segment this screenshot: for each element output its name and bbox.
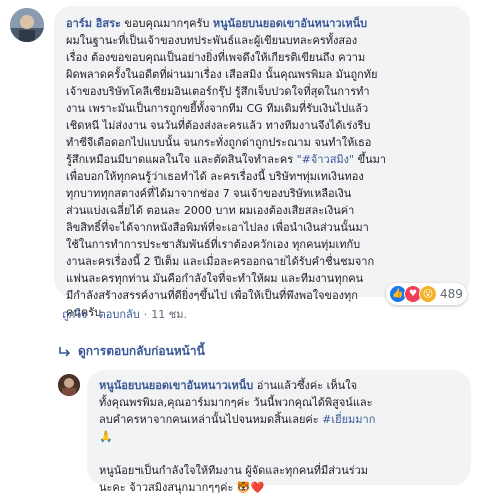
reply-line-text: อ่านแล้วซึ้งค่ะ เห็นใจ [253, 379, 358, 392]
comment-line-text: งานละครเรื่องนี้ 2 ปีเต็ม และเมื่อละครออ… [66, 255, 375, 268]
reply-line: หนูน้อยบนยอดเขาอันหนาวเหน็บ อ่านแล้วซึ้ง… [99, 377, 459, 394]
comment-author[interactable]: อาร์ม อิสระ [66, 17, 121, 30]
comment-line: อาร์ม อิสระ ขอบคุณมากๆครับ หนูน้อยบนยอดเ… [66, 15, 458, 32]
reply-line: ลบคำครหาจากคนเหล่านั้นไปจนหมดสิ้นเลยค่ะ … [99, 411, 459, 428]
comment-line-text: ทำซีจีเดือดอกไปแบบนั้น จนกระทั่งถูกด่าถู… [66, 136, 372, 149]
comment-line: รู้สึกเหมือนมีบาดแผลในใจ และตัดสินใจทำละ… [66, 151, 458, 168]
comment-bubble-page: หนูน้อยบนยอดเขาอันหนาวเหน็บ อ่านแล้วซึ้ง… [87, 370, 471, 494]
comment-line-text: เพื่อบอกให้ทุกคนรู้ว่าเธอทำได้ ละครเรื่อ… [66, 170, 364, 183]
hashtag-link[interactable]: #เยี่ยมมาก [322, 413, 375, 426]
comment-line-text: ผมในฐานะที่เป็นเจ้าของบทประพันธ์และผู้เข… [66, 34, 358, 47]
reply-line-text: ทั้งคุณพรพิมล,คุณอาร์มมากๆค่ะ วันนี้พวกค… [99, 396, 373, 409]
comment-line: ส่วนแบ่งเฉลี่ยได้ ตอนละ 2000 บาท ผมเองต้… [66, 202, 458, 219]
reply-line: หนูน้อยฯเป็นกำลังใจให้ทีมงาน ผู้จัดและทุ… [99, 462, 459, 479]
comment-line: ใช้ในการทำการประชาสัมพันธ์ที่เราต้องควัก… [66, 236, 458, 253]
comment-time: 11 ชม. [151, 308, 187, 321]
hashtag-link[interactable]: "#จ้าวสมิง" [297, 153, 354, 166]
comment-line: งาน เพราะมันเป็นการถูกขยี้ทั้งจากทีม CG … [66, 100, 458, 117]
view-previous-replies-link[interactable]: ดูการตอบกลับก่อนหน้านี้ [58, 342, 205, 361]
avatar-page[interactable] [58, 374, 80, 396]
reply-arrow-icon [59, 346, 71, 357]
comment-line-text: เชิดหนี ไม่ส่งงาน จนวันที่ต้องส่งละครแล้… [66, 119, 371, 132]
reply-line-text: หนูน้อยฯเป็นกำลังใจให้ทีมงาน ผู้จัดและทุ… [99, 464, 369, 477]
comment-line: งานละครเรื่องนี้ 2 ปีเต็ม และเมื่อละครออ… [66, 253, 458, 270]
comment-line: เชิดหนี ไม่ส่งงาน จนวันที่ต้องส่งละครแล้… [66, 117, 458, 134]
comment-bubble-arm: อาร์ม อิสระ ขอบคุณมากๆครับ หนูน้อยบนยอดเ… [54, 6, 470, 319]
comment-line: เรื่อง ต้องขอขอบคุณเป็นอย่างยิ่งที่เพจดึ… [66, 49, 458, 66]
reply-line-text: ลบคำครหาจากคนเหล่านั้นไปจนหมดสิ้นเลยค่ะ [99, 413, 323, 426]
comment-line-text: เจ้าของบริษัทโคลีเซียมอินเตอร์กรุ๊ป รู้ส… [66, 85, 370, 98]
comment-line: ผมในฐานะที่เป็นเจ้าของบทประพันธ์และผู้เข… [66, 32, 458, 49]
reply-line-text [99, 447, 103, 460]
reaction-summary[interactable]: 👍 ♥ 😮 489 [386, 283, 467, 305]
reply-line [99, 445, 459, 462]
comment-line-text: งาน เพราะมันเป็นการถูกขยี้ทั้งจากทีม CG … [66, 102, 369, 115]
comment-line: เจ้าของบริษัทโคลีเซียมอินเตอร์กรุ๊ป รู้ส… [66, 83, 458, 100]
comment-line: เพื่อบอกให้ทุกคนรู้ว่าเธอทำได้ ละครเรื่อ… [66, 168, 458, 185]
comment-line-text: ส่วนแบ่งเฉลี่ยได้ ตอนละ 2000 บาท ผมเองต้… [66, 204, 355, 217]
avatar-arm[interactable] [10, 8, 44, 42]
comment-line-text: เรื่อง ต้องขอขอบคุณเป็นอย่างยิ่งที่เพจดึ… [66, 51, 366, 64]
reply-line: นะคะ จ้าวสมิงสนุกมากๆๆค่ะ 🐯❤️ [99, 479, 459, 496]
reply-link[interactable]: ตอบกลับ [99, 308, 140, 321]
comment-line-text: แฟนละครทุกท่าน มันคือกำลังใจที่จะทำให้ผม… [66, 272, 364, 285]
comment-line-text: ผิดพลาดครั้งในอดีตที่ผ่านมาเรื่อง เสือสม… [66, 68, 378, 81]
comment-line-text: ทุกบาททุกสตางค์ที่ได้มาจากช่อง 7 จนเจ้าข… [66, 187, 352, 200]
comment-line-text: ใช้ในการทำการประชาสัมพันธ์ที่เราต้องควัก… [66, 238, 361, 251]
like-link[interactable]: ถูกใจ [62, 308, 87, 321]
reaction-count: 489 [440, 287, 463, 301]
comment-line-text: ลิขสิทธิ์ที่จะได้จากหนังสือพิมพ์ที่จะเอา… [66, 221, 369, 234]
comment-line: ทุกบาททุกสตางค์ที่ได้มาจากช่อง 7 จนเจ้าข… [66, 185, 458, 202]
comment-line: ทำซีจีเดือดอกไปแบบนั้น จนกระทั่งถูกด่าถู… [66, 134, 458, 151]
comment-text: อาร์ม อิสระ ขอบคุณมากๆครับ หนูน้อยบนยอดเ… [66, 15, 458, 321]
comment-line-text: ขึ้นมา [354, 153, 387, 166]
page-mention[interactable]: หนูน้อยบนยอดเขาอันหนาวเหน็บ [213, 17, 367, 30]
reply-line-text: 🙏 [99, 430, 113, 443]
comment-actions: ถูกใจ · ตอบกลับ · 11 ชม. [62, 308, 187, 321]
reply-author[interactable]: หนูน้อยบนยอดเขาอันหนาวเหน็บ [99, 379, 253, 392]
comment-line-text: มีกำลังสร้างสรรค์งานที่ดียิ่งๆขึ้นไป เพื… [66, 289, 358, 302]
reply-line: 🙏 [99, 428, 459, 445]
wow-reaction-icon: 😮 [419, 285, 437, 303]
comment-line: ลิขสิทธิ์ที่จะได้จากหนังสือพิมพ์ที่จะเอา… [66, 219, 458, 236]
comment-line-text: ขอบคุณมากๆครับ [124, 17, 213, 30]
view-previous-replies-label: ดูการตอบกลับก่อนหน้านี้ [78, 344, 205, 358]
comment-line-text: รู้สึกเหมือนมีบาดแผลในใจ และตัดสินใจทำละ… [66, 153, 297, 166]
reply-line: ทั้งคุณพรพิมล,คุณอาร์มมากๆค่ะ วันนี้พวกค… [99, 394, 459, 411]
page-photo-icon [58, 374, 80, 396]
reply-line-text: นะคะ จ้าวสมิงสนุกมากๆๆค่ะ 🐯❤️ [99, 481, 265, 494]
comment-line: ผิดพลาดครั้งในอดีตที่ผ่านมาเรื่อง เสือสม… [66, 66, 458, 83]
reply-text: หนูน้อยบนยอดเขาอันหนาวเหน็บ อ่านแล้วซึ้ง… [99, 377, 459, 496]
user-photo-icon [10, 8, 44, 42]
